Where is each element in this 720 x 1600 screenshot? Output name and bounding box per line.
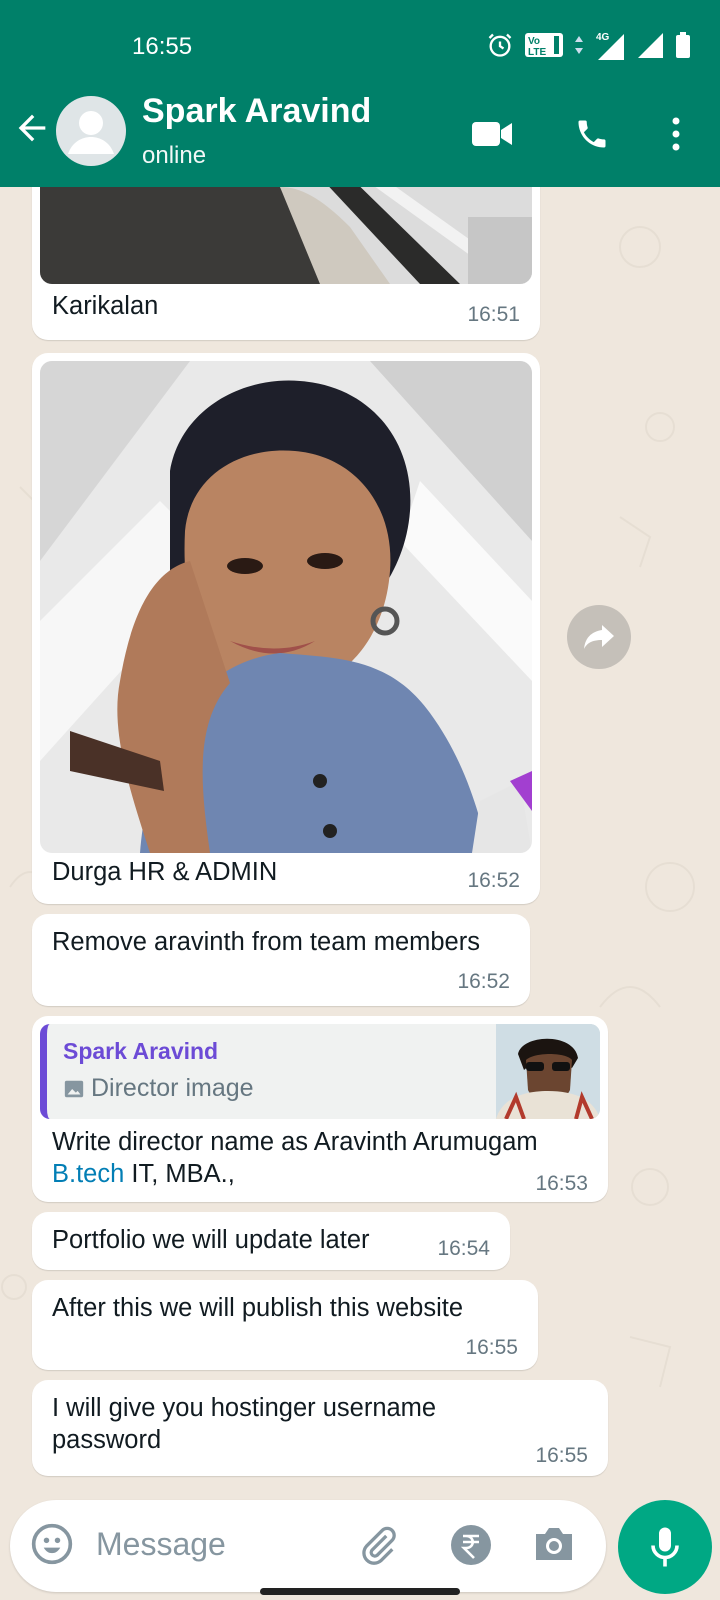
voice-call-button[interactable]	[568, 110, 616, 158]
message-link[interactable]: B.tech	[52, 1160, 124, 1188]
message-time: 16:54	[437, 1237, 490, 1260]
attach-icon	[362, 1526, 396, 1565]
text-message[interactable]: I will give you hostinger username passw…	[32, 1380, 608, 1476]
voice-call-icon	[578, 120, 606, 148]
more-options-button[interactable]	[652, 110, 700, 158]
quoted-sender: Spark Aravind	[63, 1038, 219, 1064]
quoted-thumbnail	[496, 1024, 600, 1119]
image-icon	[64, 1080, 84, 1097]
app-header: 16:55 Vo LTE 4G Spark Aravind online	[0, 0, 720, 187]
message-time: 16:52	[467, 869, 520, 892]
message-photo[interactable]	[40, 187, 532, 284]
more-options-icon	[672, 117, 680, 151]
contact-name[interactable]: Spark Aravind	[142, 92, 371, 131]
back-button[interactable]	[12, 108, 52, 148]
video-call-button[interactable]	[468, 110, 516, 158]
message-text-line2: password	[52, 1426, 162, 1454]
svg-text:Vo: Vo	[528, 36, 540, 47]
message-time: 16:55	[465, 1336, 518, 1359]
alarm-icon	[488, 33, 512, 57]
image-message[interactable]: Karikalan 16:51	[32, 187, 540, 340]
text-message[interactable]: After this we will publish this website …	[32, 1280, 538, 1370]
photo-durga	[40, 361, 532, 853]
status-icons: Vo LTE 4G	[486, 30, 692, 60]
data-arrows-icon	[575, 36, 583, 54]
svg-text:4G: 4G	[596, 32, 610, 43]
message-text: I will give you hostinger username passw…	[52, 1392, 436, 1456]
message-text-rest: IT, MBA.,	[124, 1160, 235, 1188]
message-input[interactable]: Message	[96, 1526, 226, 1563]
message-text: Remove aravinth from team members	[52, 928, 480, 956]
rupee-icon	[451, 1525, 491, 1565]
quoted-message[interactable]: Spark Aravind Director image	[40, 1024, 600, 1119]
contact-avatar[interactable]	[56, 96, 126, 166]
volte-icon: VoLTE	[525, 33, 563, 58]
attach-button[interactable]	[356, 1524, 400, 1573]
emoji-button[interactable]	[30, 1522, 74, 1571]
voice-message-button[interactable]	[618, 1500, 712, 1594]
message-time: 16:55	[535, 1444, 588, 1467]
message-text: After this we will publish this website	[52, 1294, 464, 1322]
quoted-label: Director image	[91, 1074, 254, 1102]
svg-text:LTE: LTE	[528, 47, 546, 58]
text-message[interactable]: Remove aravinth from team members 16:52	[32, 914, 530, 1006]
status-time: 16:55	[132, 33, 193, 60]
home-indicator[interactable]	[260, 1588, 460, 1595]
forward-button[interactable]	[567, 605, 631, 669]
camera-button[interactable]	[532, 1524, 576, 1569]
message-text-line1: Write director name as Aravinth Arumugam	[52, 1128, 538, 1156]
image-caption: Durga HR & ADMIN	[52, 858, 278, 886]
image-caption: Karikalan	[52, 292, 159, 320]
signal-4g-icon: 4G	[596, 32, 624, 60]
back-arrow-icon	[18, 114, 46, 142]
quoted-content: Director image	[63, 1074, 254, 1103]
camera-icon	[536, 1528, 572, 1560]
message-text: Write director name as Aravinth Arumugam…	[52, 1126, 538, 1190]
message-time: 16:52	[457, 970, 510, 993]
chat-area[interactable]: Karikalan 16:51 Durga HR & ADMIN 16:52 R…	[0, 187, 720, 1487]
battery-icon	[676, 32, 690, 58]
signal-icon	[638, 33, 663, 58]
payment-button[interactable]	[450, 1524, 492, 1571]
emoji-icon	[31, 1523, 73, 1565]
contact-status: online	[142, 142, 207, 169]
director-photo-thumbnail	[496, 1024, 600, 1119]
forward-icon	[584, 625, 614, 649]
mic-icon	[651, 1527, 679, 1567]
photo-karikalan	[40, 187, 532, 284]
message-time: 16:53	[535, 1172, 588, 1195]
video-call-icon	[472, 122, 512, 146]
message-text-line1: I will give you hostinger username	[52, 1394, 437, 1422]
message-time: 16:51	[467, 303, 520, 326]
default-avatar-icon	[68, 111, 114, 154]
message-composer[interactable]: Message	[10, 1500, 606, 1592]
message-photo[interactable]	[40, 361, 532, 853]
image-message[interactable]: Durga HR & ADMIN 16:52	[32, 353, 540, 904]
message-text: Portfolio we will update later	[52, 1226, 370, 1254]
text-message[interactable]: Portfolio we will update later 16:54	[32, 1212, 510, 1270]
reply-message[interactable]: Spark Aravind Director image Write direc…	[32, 1016, 608, 1202]
